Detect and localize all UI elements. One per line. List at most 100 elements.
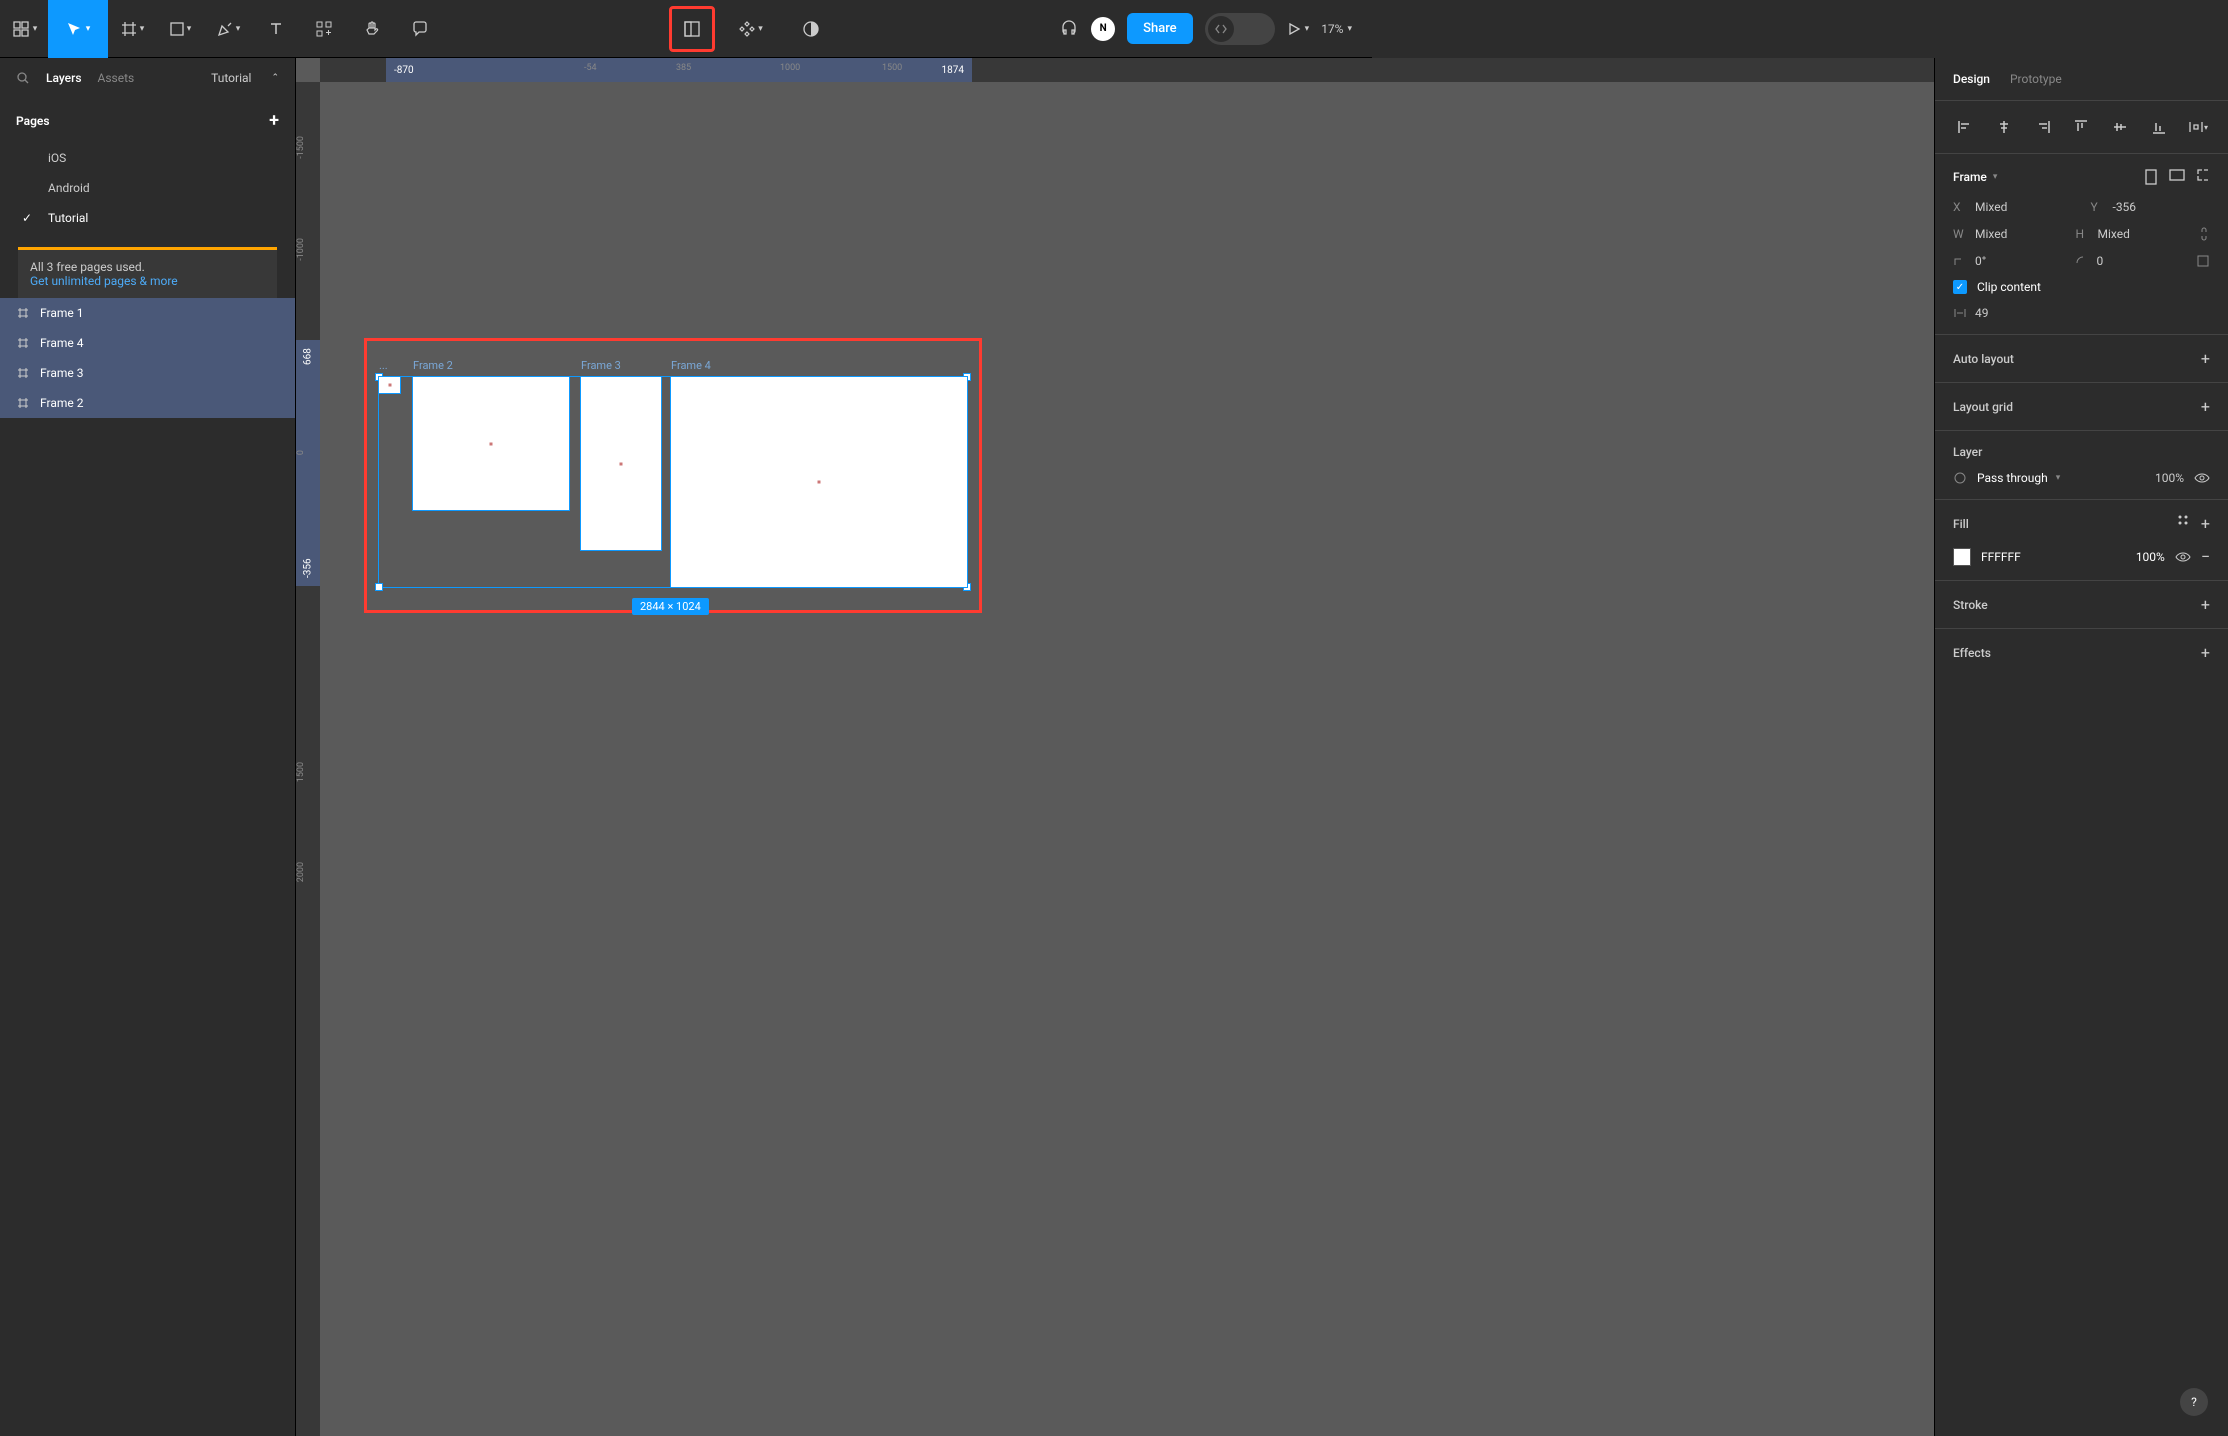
y-position-field[interactable]: Y-356 [2091,200,2211,214]
spacing-field[interactable]: 49 [1953,306,2210,320]
upgrade-notice: All 3 free pages used. Get unlimited pag… [18,247,277,298]
fill-styles-button[interactable] [2177,514,2189,533]
upgrade-text: All 3 free pages used. [30,260,265,274]
component-toggle-button[interactable] [669,6,715,52]
dev-mode-toggle[interactable] [1205,13,1275,45]
independent-corners-button[interactable] [2196,254,2210,268]
add-auto-layout-button[interactable]: + [2201,349,2210,368]
search-icon[interactable] [16,71,30,85]
frame-tool-button[interactable]: ▾ [108,0,156,58]
align-right-button[interactable] [2031,115,2055,139]
zoom-control[interactable]: 17% ▾ [1321,22,1352,36]
left-panel-tabs: Layers Assets Tutorial ⌃ [0,58,295,98]
frame-label: Frame 3 [581,359,621,372]
frame-label: ... [379,359,388,372]
component-menu-button[interactable]: ▾ [727,0,775,58]
fill-label: Fill [1953,517,1969,531]
page-item-ios[interactable]: iOS [0,143,295,173]
align-hcenter-button[interactable] [1992,115,2016,139]
audio-icon[interactable] [1059,19,1079,39]
layer-item-frame1[interactable]: Frame 1 [0,298,295,328]
comment-tool-button[interactable] [396,0,444,58]
auto-layout-section: Auto layout + [1935,335,2228,383]
layers-tab[interactable]: Layers [46,71,82,85]
page-item-tutorial[interactable]: Tutorial [0,203,295,233]
present-button[interactable]: ▾ [1287,22,1310,36]
auto-layout-label: Auto layout [1953,352,2014,366]
remove-fill-button[interactable]: − [2201,547,2210,566]
align-top-button[interactable] [2069,115,2093,139]
pen-tool-button[interactable]: ▾ [204,0,252,58]
file-name[interactable]: Tutorial [211,71,251,85]
fill-hex-field[interactable]: FFFFFF [1981,550,2021,564]
corner-radius-field[interactable]: 0 [2075,254,2179,268]
canvas-frame-2[interactable]: Frame 2 [412,376,570,511]
left-panel: Layers Assets Tutorial ⌃ Pages + iOS And… [0,58,296,1436]
width-field[interactable]: WMixed [1953,227,2058,241]
canvas-frame-3[interactable]: Frame 3 [580,376,662,551]
add-fill-button[interactable]: + [2201,514,2210,533]
align-vcenter-button[interactable] [2108,115,2132,139]
clip-content-checkbox[interactable]: ✓ [1953,280,1967,294]
layer-label: Frame 4 [40,336,83,350]
blend-mode-dropdown[interactable]: Pass through ▾ [1977,471,2145,485]
orientation-portrait-button[interactable] [2144,168,2158,186]
layout-grid-label: Layout grid [1953,400,2013,414]
selection-dimensions: 2844 × 1024 [632,598,709,615]
effects-label: Effects [1953,646,1991,660]
prototype-tab[interactable]: Prototype [2010,72,2062,86]
avatar[interactable]: N [1091,17,1115,41]
help-button[interactable]: ? [2180,1388,2208,1416]
fill-section: Fill + FFFFFF 100% − [1935,500,2228,581]
ruler-vertical: -1500 -1000 -356 668 0 1500 2000 [296,82,320,1436]
mask-button[interactable] [787,0,835,58]
page-item-android[interactable]: Android [0,173,295,203]
right-panel-tabs: Design Prototype [1935,58,2228,101]
assets-tab[interactable]: Assets [98,71,135,85]
hand-tool-button[interactable] [348,0,396,58]
resize-fit-button[interactable] [2196,168,2210,186]
share-button[interactable]: Share [1127,13,1193,44]
layer-label: Frame 1 [40,306,83,320]
fill-opacity-field[interactable]: 100% [2136,550,2165,564]
frame-properties-section: Frame ▾ XMixed Y-356 WMixed HMixed 0° 0 … [1935,154,2228,335]
frame-icon [16,306,30,320]
main-menu-button[interactable]: ▾ [0,0,48,58]
add-effect-button[interactable]: + [2201,643,2210,662]
height-field[interactable]: HMixed [2076,227,2181,241]
align-left-button[interactable] [1953,115,1977,139]
canvas-frame-4[interactable]: Frame 4 [670,376,968,588]
rotation-field[interactable]: 0° [1953,254,2057,268]
move-tool-button[interactable]: ▾ [48,0,108,58]
frame-label: Frame 4 [671,359,711,372]
constrain-proportions-button[interactable] [2198,226,2210,242]
fill-visibility-button[interactable] [2175,551,2191,563]
layer-opacity-field[interactable]: 100% [2155,471,2184,485]
shape-tool-button[interactable]: ▾ [156,0,204,58]
align-bottom-button[interactable] [2147,115,2171,139]
canvas-content[interactable]: ... Frame 2 Frame 3 Frame 4 2844 × 1024 [320,82,1934,1436]
design-tab[interactable]: Design [1953,72,1990,86]
blend-mode-icon [1953,471,1967,485]
add-layout-grid-button[interactable]: + [2201,397,2210,416]
text-tool-button[interactable] [252,0,300,58]
visibility-toggle-button[interactable] [2194,472,2210,484]
canvas-frame-1[interactable]: ... [378,376,401,394]
layer-item-frame2[interactable]: Frame 2 [0,388,295,418]
layer-section: Layer Pass through ▾ 100% [1935,431,2228,500]
add-stroke-button[interactable]: + [2201,595,2210,614]
orientation-landscape-button[interactable] [2168,168,2186,186]
layer-label: Frame 2 [40,396,83,410]
layer-item-frame3[interactable]: Frame 3 [0,358,295,388]
upgrade-link[interactable]: Get unlimited pages & more [30,274,265,288]
resources-button[interactable] [300,0,348,58]
x-position-field[interactable]: XMixed [1953,200,2073,214]
canvas[interactable]: -870 1874 -54 385 1000 1500 -1500 -1000 … [296,58,1934,1436]
frame-type-dropdown[interactable]: Frame ▾ [1953,170,1997,184]
distribute-button[interactable]: ▾ [2186,115,2210,139]
fill-swatch[interactable] [1953,548,1971,566]
layer-item-frame4[interactable]: Frame 4 [0,328,295,358]
stroke-label: Stroke [1953,598,1988,612]
add-page-button[interactable]: + [269,110,279,131]
layer-label: Frame 3 [40,366,83,380]
